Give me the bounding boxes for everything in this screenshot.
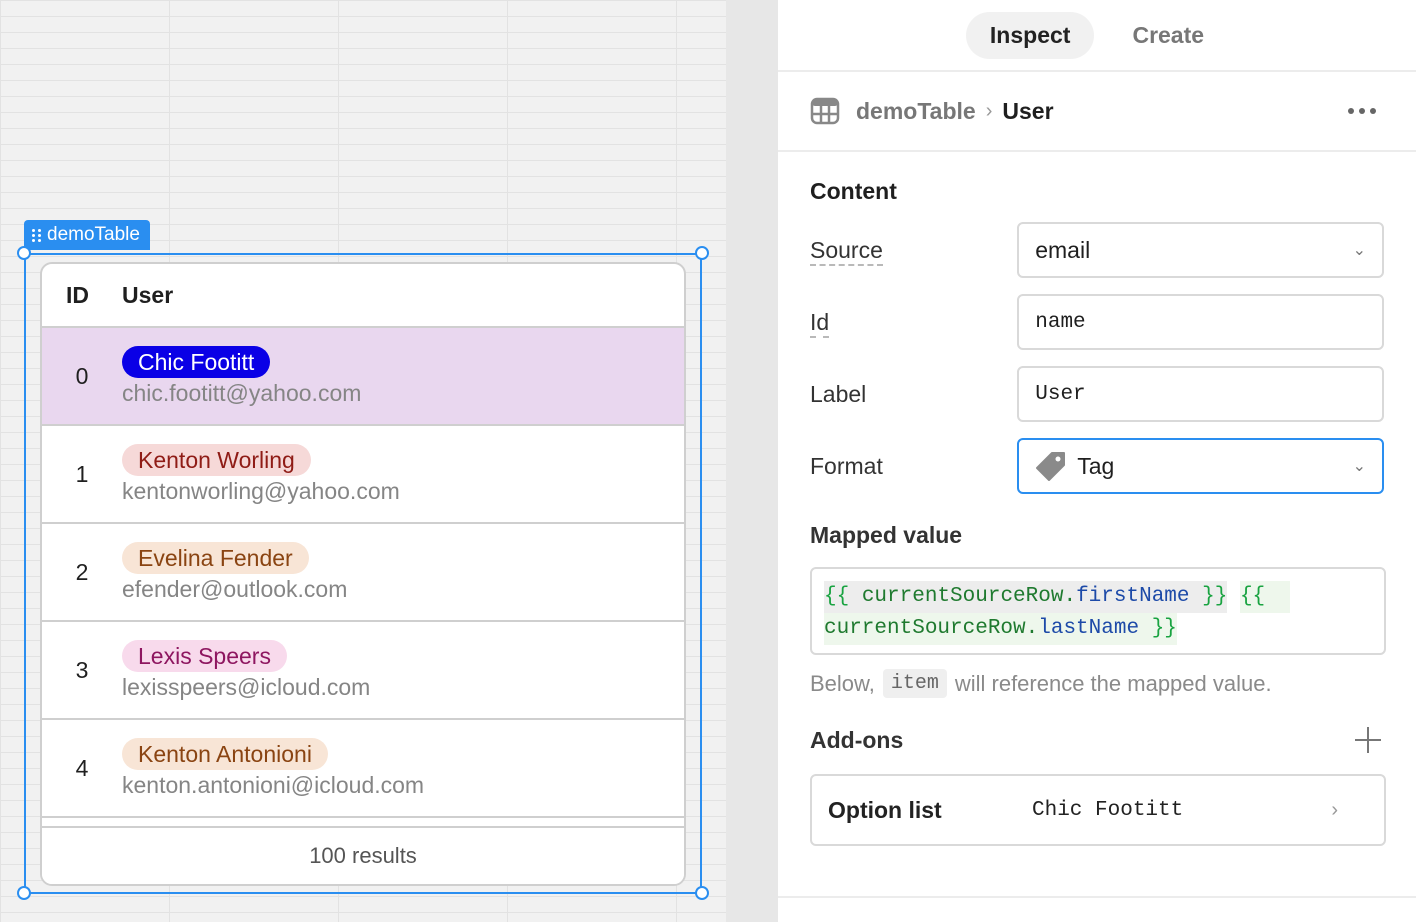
user-tag: Chic Footitt <box>122 345 271 378</box>
cell-user: Chic Footitt chic.footitt@yahoo.com <box>122 345 684 407</box>
table-row[interactable]: 3 Lexis Speers lexisspeers@icloud.com <box>42 622 684 720</box>
cell-id: 3 <box>75 656 89 683</box>
add-addon-icon[interactable] <box>1352 724 1384 756</box>
table-row[interactable]: 1 Kenton Worling kentonworling@yahoo.com <box>42 426 684 524</box>
resize-handle-bottom-right[interactable] <box>695 886 709 900</box>
code-brace-close: }} <box>1202 585 1228 608</box>
component-tag[interactable]: demoTable <box>24 220 150 250</box>
label-input-value: User <box>1035 382 1086 406</box>
column-header-id[interactable]: ID <box>42 282 122 309</box>
mapped-value-editor[interactable]: {{ currentSourceRow.firstName }} {{ curr… <box>810 567 1386 655</box>
option-list-value: Chic Footitt <box>1032 798 1184 822</box>
resize-handle-bottom-left[interactable] <box>17 886 31 900</box>
hint-text-after: will reference the mapped value. <box>954 670 1272 696</box>
format-select-value: Tag <box>1077 452 1115 479</box>
id-label: Id <box>810 308 830 338</box>
chevron-down-icon: ⌄ <box>1352 242 1366 259</box>
cell-id: 4 <box>75 754 89 781</box>
option-list-addon[interactable]: Option list Chic Footitt › <box>810 774 1386 846</box>
source-select[interactable]: email ⌄ <box>1017 222 1384 278</box>
tab-create[interactable]: Create <box>1108 12 1228 59</box>
field-source: Source email ⌄ <box>810 222 1384 278</box>
cell-user: Evelina Fender efender@outlook.com <box>122 541 684 603</box>
field-id: Id name <box>810 294 1384 350</box>
code-brace-open: {{ <box>824 585 850 608</box>
drag-handle-icon[interactable] <box>32 228 41 242</box>
column-header-user[interactable]: User <box>122 282 684 309</box>
cell-user: Kenton Worling kentonworling@yahoo.com <box>122 443 684 505</box>
chevron-right-icon: › <box>1331 798 1338 821</box>
field-format: Format Tag ⌄ <box>810 438 1384 494</box>
code-brace-open: {{ <box>1239 585 1266 608</box>
panel-divider <box>778 896 1416 898</box>
results-count: 100 results <box>309 843 417 868</box>
format-select[interactable]: Tag ⌄ <box>1017 438 1384 494</box>
code-brace-close: }} <box>1151 617 1177 640</box>
user-email: chic.footitt@yahoo.com <box>122 379 362 406</box>
mapped-value-title: Mapped value <box>810 522 963 548</box>
demo-table[interactable]: ID User 0 Chic Footitt chic.footitt@yahoo.… <box>40 262 686 886</box>
table-row[interactable]: 0 Chic Footitt chic.footitt@yahoo.com <box>42 328 684 426</box>
mapped-value-hint: Below, item will reference the mapped va… <box>810 669 1384 698</box>
chevron-right-icon: › <box>985 99 993 122</box>
resize-handle-top-right[interactable] <box>695 246 709 260</box>
component-tag-label: demoTable <box>47 224 140 245</box>
content-section: Content Source email ⌄ Id name Label Use… <box>778 152 1416 846</box>
cell-id: 1 <box>75 460 89 487</box>
breadcrumb-parent[interactable]: demoTable <box>856 98 976 125</box>
hint-text-before: Below, <box>810 670 875 696</box>
breadcrumb: demoTable › User <box>778 72 1416 152</box>
table-row[interactable]: 2 Evelina Fender efender@outlook.com <box>42 524 684 622</box>
format-label: Format <box>810 452 883 479</box>
tag-icon <box>1036 452 1066 481</box>
chevron-down-icon: ⌄ <box>1352 458 1366 475</box>
source-select-value: email <box>1035 236 1091 263</box>
addons-header: Add-ons <box>810 724 1384 756</box>
cell-id: 0 <box>75 362 89 389</box>
option-list-label: Option list <box>828 796 942 823</box>
id-input[interactable]: name <box>1017 294 1384 350</box>
table-row[interactable]: 4 Kenton Antonioni kenton.antonioni@icloud… <box>42 720 684 818</box>
user-tag: Lexis Speers <box>122 639 287 672</box>
user-tag: Evelina Fender <box>122 541 309 574</box>
addons-title: Add-ons <box>810 726 904 753</box>
user-email: kentonworling@yahoo.com <box>122 477 400 504</box>
section-title-content: Content <box>810 177 897 204</box>
inspector-panel: Inspect Create demoTable › User Content … <box>778 0 1416 922</box>
resize-handle-top-left[interactable] <box>17 246 31 260</box>
user-email: lexisspeers@icloud.com <box>122 673 371 700</box>
code-var: currentSourceRow. <box>861 585 1077 608</box>
code-prop: firstName <box>1076 585 1190 608</box>
canvas-gutter <box>726 0 778 922</box>
label-label: Label <box>810 380 867 407</box>
cell-user: Lexis Speers lexisspeers@icloud.com <box>122 639 684 701</box>
user-email: kenton.antonioni@icloud.com <box>122 771 425 798</box>
table-header: ID User <box>42 264 684 328</box>
more-options-icon[interactable] <box>1348 108 1384 114</box>
table-icon <box>810 97 840 125</box>
source-label: Source <box>810 236 883 266</box>
code-var: currentSourceRow. <box>824 617 1039 640</box>
breadcrumb-current: User <box>1002 97 1054 124</box>
code-prop: lastName <box>1038 617 1140 640</box>
tab-inspect[interactable]: Inspect <box>965 11 1095 59</box>
user-email: efender@outlook.com <box>122 575 348 602</box>
cell-id: 2 <box>75 558 89 585</box>
field-label: Label User <box>810 366 1384 422</box>
label-input[interactable]: User <box>1017 366 1384 422</box>
user-tag: Kenton Worling <box>122 443 311 476</box>
cell-user: Kenton Antonioni kenton.antonioni@icloud.… <box>122 737 684 799</box>
table-footer: 100 results <box>42 826 684 884</box>
hint-code: item <box>882 669 947 698</box>
panel-tabs: Inspect Create <box>778 0 1416 72</box>
id-input-value: name <box>1035 310 1086 334</box>
user-tag: Kenton Antonioni <box>122 737 328 770</box>
